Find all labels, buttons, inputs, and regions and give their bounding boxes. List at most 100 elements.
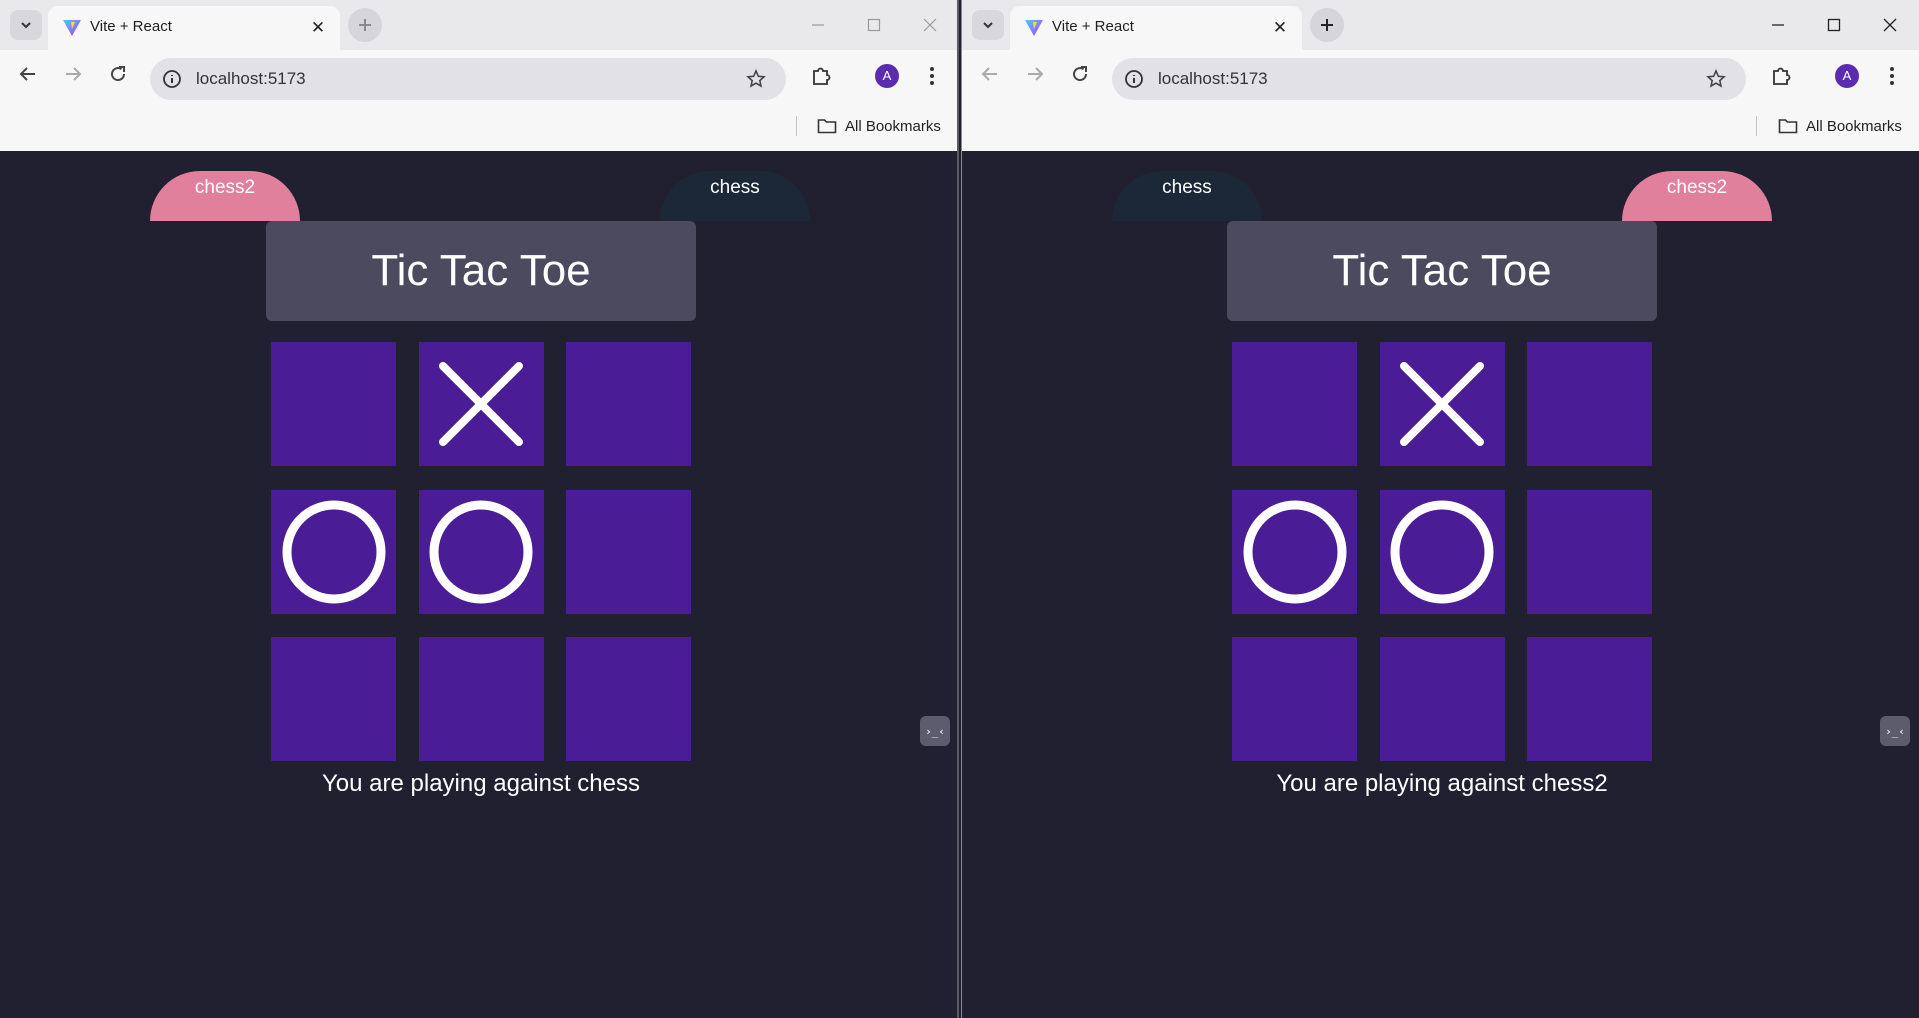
status-text: You are playing against chess [322, 770, 640, 797]
folder-icon [817, 119, 837, 134]
reload-button[interactable] [1062, 56, 1098, 92]
title-bar: Vite + React ✕ [0, 0, 957, 50]
o-mark-icon [429, 500, 533, 603]
player-tab-chess2[interactable]: chess2 [1622, 171, 1772, 221]
forward-button[interactable] [55, 56, 91, 92]
browser-tab[interactable]: Vite + React ✕ [1010, 6, 1302, 50]
bookmark-separator [796, 116, 797, 136]
board-cell[interactable] [418, 489, 544, 614]
status-text: You are playing against chess2 [1276, 770, 1608, 797]
game-title-text: Tic Tac Toe [1332, 246, 1552, 295]
game-title-text: Tic Tac Toe [371, 246, 591, 295]
board-cell[interactable] [1379, 489, 1505, 614]
player-tab-label: chess [1162, 177, 1212, 198]
star-icon[interactable] [746, 69, 766, 89]
avatar: A [875, 64, 899, 88]
close-window-button[interactable] [910, 10, 950, 40]
forward-button[interactable] [1017, 56, 1053, 92]
new-tab-button[interactable] [348, 8, 382, 42]
extensions-button[interactable] [803, 58, 839, 94]
devtools-widget-icon[interactable]: ›_‹ [920, 716, 950, 746]
game-board [1232, 342, 1652, 762]
board-cell[interactable] [1527, 342, 1652, 466]
player-tab-chess[interactable]: chess [1112, 171, 1262, 221]
extensions-button[interactable] [1763, 58, 1799, 94]
reload-button[interactable] [100, 56, 136, 92]
tab-search-button[interactable] [10, 10, 42, 40]
close-tab-icon[interactable]: ✕ [306, 16, 330, 40]
title-bar: Vite + React ✕ [962, 0, 1919, 50]
player-tab-label: chess [710, 177, 760, 198]
vite-logo-icon [63, 20, 81, 36]
folder-icon [1778, 119, 1798, 134]
board-cell[interactable] [418, 342, 544, 466]
url-text: localhost:5173 [196, 69, 306, 88]
browser-menu-button[interactable] [914, 58, 950, 94]
board-cell[interactable] [1232, 489, 1357, 614]
profile-button[interactable]: A [869, 58, 905, 94]
minimize-button[interactable] [798, 10, 838, 40]
back-button[interactable] [10, 56, 46, 92]
chevron-down-icon [21, 22, 31, 29]
player-tab-chess[interactable]: chess [660, 171, 810, 221]
all-bookmarks-button[interactable]: All Bookmarks [817, 114, 941, 138]
board-cell[interactable] [271, 489, 396, 614]
board-cell[interactable] [418, 637, 544, 761]
back-button[interactable] [972, 56, 1008, 92]
board-cell[interactable] [566, 342, 691, 466]
plus-icon [1321, 19, 1333, 31]
player-tab-label: chess2 [1666, 177, 1728, 198]
vite-logo-icon [1025, 20, 1043, 36]
o-mark-icon [282, 500, 385, 603]
minimize-icon [1772, 24, 1784, 26]
puzzle-icon [1773, 67, 1791, 85]
all-bookmarks-label: All Bookmarks [845, 117, 941, 135]
close-icon [923, 18, 937, 32]
board-cell[interactable] [566, 489, 691, 614]
all-bookmarks-button[interactable]: All Bookmarks [1778, 114, 1902, 138]
devtools-widget-icon[interactable]: ›_‹ [1880, 716, 1910, 746]
game-title: Tic Tac Toe [266, 221, 696, 321]
star-icon[interactable] [1706, 69, 1726, 89]
maximize-button[interactable] [1814, 10, 1854, 40]
x-mark-icon [1400, 362, 1484, 446]
tab-search-button[interactable] [972, 10, 1004, 40]
board-cell[interactable] [1232, 637, 1357, 761]
address-bar[interactable]: localhost:5173 [150, 58, 786, 100]
minimize-button[interactable] [1758, 10, 1798, 40]
game-board [271, 342, 691, 762]
board-cell[interactable] [271, 342, 396, 466]
board-cell[interactable] [1527, 489, 1652, 614]
plus-icon [359, 19, 371, 31]
o-mark-icon [1390, 500, 1494, 603]
info-icon[interactable] [162, 69, 182, 89]
board-cell[interactable] [566, 637, 691, 761]
chevron-down-icon [983, 22, 993, 29]
browser-tab[interactable]: Vite + React ✕ [48, 6, 340, 50]
close-tab-icon[interactable]: ✕ [1268, 16, 1292, 40]
browser-menu-button[interactable] [1874, 58, 1910, 94]
puzzle-icon [813, 67, 831, 85]
game-title: Tic Tac Toe [1227, 221, 1657, 321]
board-cell[interactable] [271, 637, 396, 761]
board-cell[interactable] [1232, 342, 1357, 466]
tab-title: Vite + React [1052, 18, 1134, 35]
x-mark-icon [439, 362, 523, 446]
kebab-menu-icon [1890, 67, 1894, 85]
board-cell[interactable] [1379, 342, 1505, 466]
arrow-left-icon [19, 67, 35, 81]
close-window-button[interactable] [1870, 10, 1910, 40]
arrow-left-icon [981, 67, 997, 81]
reload-icon [111, 66, 126, 82]
address-bar[interactable]: localhost:5173 [1112, 58, 1746, 100]
maximize-button[interactable] [854, 10, 894, 40]
player-tab-chess2[interactable]: chess2 [150, 171, 300, 221]
board-cell[interactable] [1527, 637, 1652, 761]
bookmark-separator [1756, 116, 1757, 136]
board-cell[interactable] [1379, 637, 1505, 761]
new-tab-button[interactable] [1310, 8, 1344, 42]
profile-button[interactable]: A [1829, 58, 1865, 94]
info-icon[interactable] [1124, 69, 1144, 89]
close-icon [1883, 18, 1897, 32]
o-mark-icon [1243, 500, 1346, 603]
